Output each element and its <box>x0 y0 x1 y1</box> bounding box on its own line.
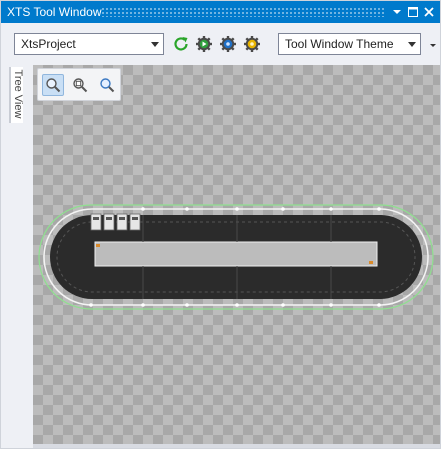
refresh-icon[interactable] <box>172 35 190 53</box>
xts-track[interactable] <box>33 65 440 448</box>
maximize-icon[interactable] <box>405 4 420 19</box>
theme-combo[interactable]: Tool Window Theme <box>278 33 421 55</box>
gear-blue-icon[interactable] <box>219 35 237 53</box>
project-combo[interactable]: XtsProject <box>14 33 164 55</box>
project-combo-value: XtsProject <box>21 37 76 51</box>
bottom-border <box>33 444 440 448</box>
toolbar: XtsProject Tool Window Theme <box>1 23 440 65</box>
gear-yellow-icon[interactable] <box>243 35 261 53</box>
close-icon[interactable] <box>421 4 436 19</box>
window-title: XTS Tool Window <box>7 5 102 19</box>
tab-tree-view-label: Tree View <box>12 69 24 119</box>
title-bar-grip[interactable] <box>101 7 386 17</box>
gear-play-icon[interactable] <box>195 35 213 53</box>
track-end-marker <box>369 261 373 264</box>
title-bar[interactable]: XTS Tool Window <box>1 1 440 23</box>
window-position-dropdown-icon[interactable] <box>389 4 404 19</box>
theme-combo-value: Tool Window Theme <box>285 37 394 51</box>
mover[interactable] <box>116 213 128 231</box>
track-start-marker <box>96 244 100 247</box>
mover[interactable] <box>103 213 115 231</box>
tab-tree-view[interactable]: Tree View <box>9 67 24 123</box>
xts-tool-window: XTS Tool Window XtsProject Tool Window T… <box>0 0 441 449</box>
chevron-down-icon[interactable] <box>404 34 420 54</box>
mover[interactable] <box>129 213 141 231</box>
toolbar-overflow-icon[interactable] <box>428 37 438 53</box>
mover[interactable] <box>90 213 102 231</box>
track-inner-area <box>95 242 377 266</box>
chevron-down-icon[interactable] <box>147 34 163 54</box>
